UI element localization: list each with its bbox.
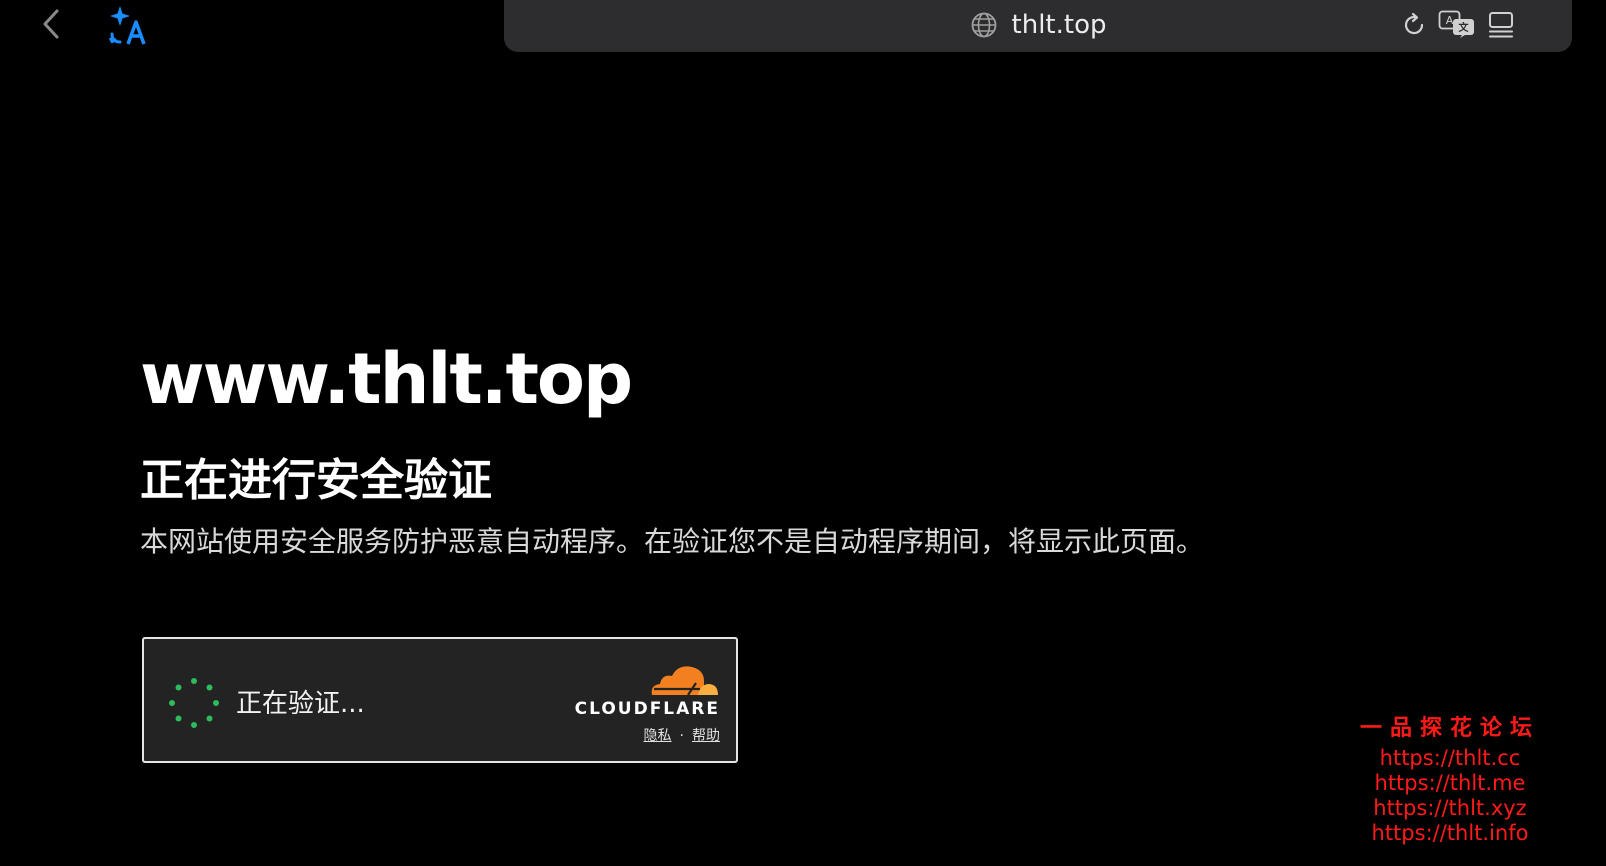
- cloudflare-logo: CLOUDFLARE 隐私 · 帮助: [570, 661, 720, 744]
- link-separator: ·: [679, 728, 684, 744]
- url-text[interactable]: thlt.top: [1012, 10, 1107, 40]
- cloudflare-wordmark: CLOUDFLARE: [574, 699, 720, 719]
- globe-icon: [971, 12, 996, 38]
- watermark-title: 一品探花论坛: [1359, 715, 1540, 741]
- watermark-link: https://thlt.xyz: [1373, 796, 1527, 820]
- chevron-left-icon: [43, 9, 59, 39]
- page-description: 本网站使用安全服务防护恶意自动程序。在验证您不是自动程序期间，将显示此页面。: [140, 525, 1205, 558]
- site-domain: www.thlt.top: [140, 338, 633, 420]
- watermark-link: https://thlt.info: [1371, 821, 1529, 845]
- cloudflare-cloud-icon: [651, 666, 718, 696]
- address-bar[interactable]: thlt.top A 文: [504, 0, 1572, 52]
- page-heading: 正在进行安全验证: [140, 455, 492, 506]
- reload-icon: [1404, 12, 1424, 35]
- verifying-status: 正在验证...: [236, 689, 365, 719]
- privacy-link[interactable]: 隐私: [644, 728, 672, 744]
- loading-spinner-icon: [169, 678, 219, 728]
- tab-overview-icon: [1489, 12, 1513, 38]
- turnstile-links: 隐私 · 帮助: [644, 725, 720, 745]
- svg-text:A: A: [1446, 14, 1454, 27]
- turnstile-widget[interactable]: 正在验证... CLOUDFLARE 隐私 · 帮助: [142, 637, 738, 763]
- translate-button[interactable]: A 文: [1437, 8, 1477, 42]
- tab-overview-button[interactable]: [1484, 8, 1518, 42]
- watermark-link: https://thlt.cc: [1379, 746, 1521, 770]
- reload-button[interactable]: [1397, 8, 1431, 42]
- help-link[interactable]: 帮助: [692, 728, 720, 744]
- ai-translate-button[interactable]: [108, 4, 150, 46]
- watermark: 一品探花论坛 https://thlt.cc https://thlt.me h…: [1360, 710, 1540, 846]
- back-button[interactable]: [36, 6, 66, 42]
- sparkle-translate-icon: [108, 6, 146, 45]
- translate-icon: A 文: [1438, 10, 1474, 38]
- svg-text:文: 文: [1459, 21, 1470, 34]
- watermark-link: https://thlt.me: [1374, 771, 1526, 795]
- browser-page: thlt.top A 文 www.thlt.top 正在进行安全验证 本网站使用…: [0, 0, 1606, 866]
